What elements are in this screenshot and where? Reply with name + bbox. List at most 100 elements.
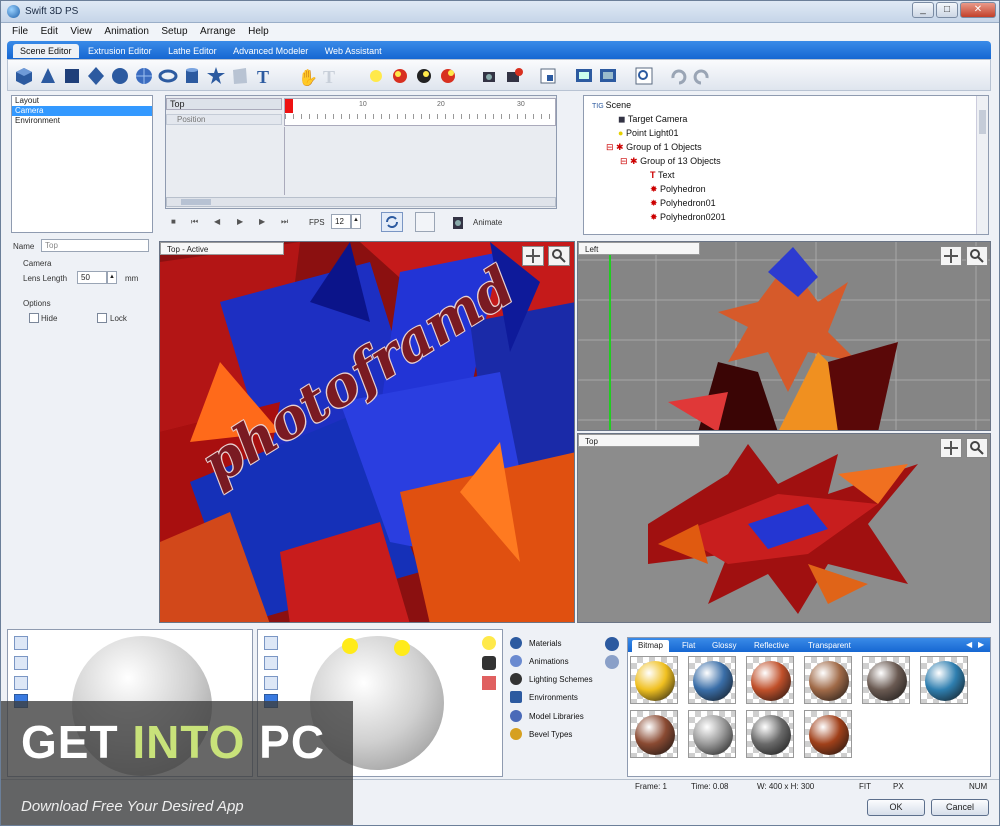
tab-glossy[interactable]: Glossy [712, 641, 736, 650]
material-swatch[interactable] [630, 710, 678, 758]
cube-icon[interactable] [14, 66, 34, 86]
zoom-button[interactable] [966, 246, 988, 266]
tree-scrollbar[interactable] [976, 96, 988, 234]
light-handle[interactable] [342, 638, 358, 654]
render-icon[interactable] [574, 66, 594, 86]
material-swatch[interactable] [630, 656, 678, 704]
timeline-track-top[interactable]: Top [166, 98, 282, 110]
nav-lighting-schemes[interactable]: Lighting Schemes [510, 673, 593, 685]
material-swatch[interactable] [688, 656, 736, 704]
cancel-button[interactable]: Cancel [931, 799, 989, 816]
tree-node-target-camera[interactable]: ◼ Target Camera [618, 114, 687, 125]
menu-arrange[interactable]: Arrange [195, 23, 241, 37]
material-swatch[interactable] [746, 656, 794, 704]
left-viewport[interactable]: Left [577, 241, 991, 431]
timeline-ruler[interactable]: 10 20 30 [284, 98, 556, 126]
diamond-icon[interactable] [86, 66, 106, 86]
list-item-layout[interactable]: Layout [12, 96, 152, 106]
plane-icon[interactable] [230, 66, 250, 86]
lighting-tool-button[interactable] [264, 656, 278, 670]
maximize-button[interactable]: □ [936, 2, 958, 18]
area-light-icon[interactable] [438, 66, 458, 86]
loop-button[interactable] [381, 212, 403, 232]
tree-node-point-light[interactable]: ● Point Light01 [618, 128, 678, 138]
target-camera-icon[interactable] [504, 66, 524, 86]
tree-node-group-1[interactable]: ⊟ ✱ Group of 1 Objects [606, 142, 702, 153]
nav-animations[interactable]: Animations [510, 655, 569, 667]
sphere-icon[interactable] [110, 66, 130, 86]
main-viewport[interactable]: Top - Active photoframd [159, 241, 575, 623]
tree-node-scene[interactable]: TIG Scene [592, 100, 631, 110]
material-swatch[interactable] [804, 710, 852, 758]
last-frame-icon[interactable]: ⏭ [281, 217, 288, 227]
camera-light-icon[interactable] [482, 656, 496, 670]
nav-bevel-types[interactable]: Bevel Types [510, 728, 572, 740]
point-light-icon[interactable] [366, 66, 386, 86]
tab-extrusion-editor[interactable]: Extrusion Editor [81, 44, 159, 58]
trackball-tool-button[interactable] [14, 676, 28, 690]
list-item-camera[interactable]: Camera [12, 106, 152, 116]
animate-icon[interactable] [451, 213, 467, 231]
material-swatch[interactable] [804, 656, 852, 704]
lighting-tool-button[interactable] [264, 636, 278, 650]
tab-reflective[interactable]: Reflective [754, 641, 789, 650]
gallery-options-icon[interactable] [605, 655, 619, 669]
material-swatch[interactable] [862, 656, 910, 704]
tab-advanced-modeler[interactable]: Advanced Modeler [226, 44, 315, 58]
playhead[interactable] [285, 99, 293, 113]
tree-scroll-thumb[interactable] [979, 110, 986, 134]
extrude-icon[interactable]: ✋ [296, 66, 316, 86]
spot-light-icon[interactable] [390, 66, 410, 86]
top-viewport[interactable]: Top [577, 433, 991, 623]
tab-bitmap[interactable]: Bitmap [632, 640, 669, 652]
lighting-tool-button[interactable] [264, 676, 278, 690]
close-button[interactable]: ✕ [960, 2, 996, 18]
material-swatch[interactable] [688, 710, 736, 758]
tab-lathe-editor[interactable]: Lathe Editor [161, 44, 224, 58]
scroll-right-icon[interactable]: ▶ [978, 640, 984, 649]
menu-edit[interactable]: Edit [36, 23, 63, 37]
next-frame-icon[interactable]: ▶ [259, 217, 265, 226]
tree-node-polyhedron0201[interactable]: ✸ Polyhedron0201 [650, 212, 726, 223]
material-swatch[interactable] [746, 710, 794, 758]
zoom-button[interactable] [966, 438, 988, 458]
timeline-scrollbar[interactable] [166, 197, 556, 207]
fps-spinner[interactable]: ▲ [351, 214, 361, 229]
trackball-tool-button[interactable] [14, 636, 28, 650]
stop-icon[interactable]: ■ [171, 217, 176, 226]
tab-transparent[interactable]: Transparent [808, 641, 851, 650]
box-icon[interactable] [62, 66, 82, 86]
zoom-view-icon[interactable] [634, 66, 654, 86]
scrollbar-thumb[interactable] [181, 199, 211, 205]
tab-scene-editor[interactable]: Scene Editor [13, 44, 79, 58]
geosphere-icon[interactable] [134, 66, 154, 86]
lens-length-field[interactable]: 50 [77, 271, 107, 284]
cone-icon[interactable] [38, 66, 58, 86]
redo-icon[interactable] [692, 66, 712, 86]
menu-file[interactable]: File [7, 23, 33, 37]
frame-icon[interactable] [538, 66, 558, 86]
torus-icon[interactable] [158, 66, 178, 86]
tab-flat[interactable]: Flat [682, 641, 695, 650]
zoom-button[interactable] [548, 246, 570, 266]
nav-environments[interactable]: Environments [510, 691, 578, 703]
pan-button[interactable] [522, 246, 544, 266]
pan-button[interactable] [940, 438, 962, 458]
tree-node-group-13[interactable]: ⊟ ✱ Group of 13 Objects [620, 156, 721, 167]
fps-field[interactable]: 12 [331, 214, 351, 229]
play-icon[interactable]: ▶ [237, 217, 243, 226]
tree-node-polyhedron[interactable]: ✸ Polyhedron [650, 184, 706, 195]
tab-web-assistant[interactable]: Web Assistant [318, 44, 389, 58]
timeline-track-position[interactable]: Position [166, 114, 282, 125]
lens-spinner[interactable]: ▲ [107, 271, 117, 284]
material-swatch[interactable] [920, 656, 968, 704]
menu-animation[interactable]: Animation [99, 23, 153, 37]
menu-setup[interactable]: Setup [156, 23, 192, 37]
keyframe-button[interactable] [415, 212, 435, 232]
menu-view[interactable]: View [65, 23, 97, 37]
minimize-button[interactable]: _ [912, 2, 934, 18]
directional-light-icon[interactable] [414, 66, 434, 86]
first-frame-icon[interactable]: ⏮ [191, 217, 198, 227]
remove-light-icon[interactable] [482, 676, 496, 690]
cylinder-icon[interactable] [182, 66, 202, 86]
